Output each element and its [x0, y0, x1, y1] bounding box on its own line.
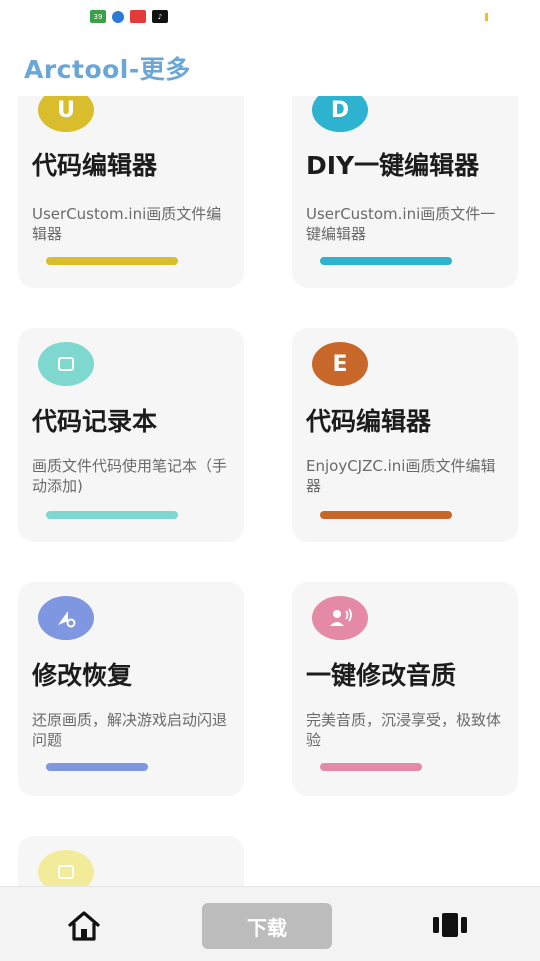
status-icons: 39 ♪ [90, 10, 168, 23]
carousel-button[interactable] [430, 909, 470, 941]
accent-bar [46, 257, 178, 265]
card-title: 代码编辑器 [32, 151, 158, 180]
card-code-editor-usercustom[interactable]: U 代码编辑器 UserCustom.ini画质文件编辑器 [18, 96, 244, 288]
download-button[interactable]: 下载 [202, 903, 332, 949]
card-title: DIY一键编辑器 [306, 151, 480, 180]
document-icon [38, 850, 94, 886]
status-bar: 39 ♪ [0, 0, 540, 34]
letter-e-icon: E [312, 342, 368, 386]
carousel-icon [433, 913, 467, 937]
accent-bar [46, 763, 148, 771]
card-partial[interactable] [18, 836, 244, 886]
accent-bar [320, 511, 452, 519]
notification-blue-icon [112, 11, 124, 23]
accent-bar [46, 511, 178, 519]
accent-bar [320, 257, 452, 265]
card-code-editor-enjoycjzc[interactable]: E 代码编辑器 EnjoyCJZC.ini画质文件编辑器 [292, 328, 518, 542]
card-title: 代码编辑器 [306, 407, 432, 436]
card-title: 一键修改音质 [306, 661, 457, 690]
restore-wrench-icon [38, 596, 94, 640]
letter-d-icon: D [312, 96, 368, 132]
accent-bar [320, 763, 422, 771]
notification-badge: 39 [93, 12, 103, 21]
card-one-click-audio[interactable]: 一键修改音质 完美音质，沉浸享受，极致体验 [292, 582, 518, 796]
feature-grid: U 代码编辑器 UserCustom.ini画质文件编辑器 D DIY一键编辑器… [0, 96, 540, 886]
page-title: Arctool-更多 [24, 55, 191, 84]
card-restore-changes[interactable]: 修改恢复 还原画质，解决游戏启动闪退问题 [18, 582, 244, 796]
card-title: 代码记录本 [32, 407, 158, 436]
bottom-nav: 下载 [0, 886, 540, 961]
card-title: 修改恢复 [32, 661, 133, 690]
card-description: UserCustom.ini画质文件一键编辑器 [306, 205, 496, 243]
card-icon-letter: D [330, 97, 350, 123]
audio-user-icon [312, 596, 368, 640]
card-icon-letter: E [332, 351, 348, 377]
notification-red-icon [130, 10, 146, 23]
card-description: 还原画质，解决游戏启动闪退问题 [32, 711, 228, 749]
card-code-notebook[interactable]: 代码记录本 画质文件代码使用笔记本（手动添加) [18, 328, 244, 542]
card-description: UserCustom.ini画质文件编辑器 [32, 205, 222, 243]
home-button[interactable] [66, 909, 102, 943]
notification-app-icon: 39 [90, 10, 106, 23]
home-icon [68, 911, 100, 941]
card-diy-one-click-editor[interactable]: D DIY一键编辑器 UserCustom.ini画质文件一键编辑器 [292, 96, 518, 288]
card-description: 画质文件代码使用笔记本（手动添加) [32, 457, 228, 495]
card-description: EnjoyCJZC.ini画质文件编辑器 [306, 457, 496, 495]
card-description: 完美音质，沉浸享受，极致体验 [306, 711, 502, 749]
battery-indicator-icon [485, 13, 488, 21]
letter-u-icon: U [38, 96, 94, 132]
card-icon-letter: U [57, 97, 75, 123]
app-header: Arctool-更多 [0, 34, 540, 96]
tiktok-icon: ♪ [152, 10, 168, 23]
notebook-icon [38, 342, 94, 386]
download-label: 下载 [247, 915, 287, 940]
